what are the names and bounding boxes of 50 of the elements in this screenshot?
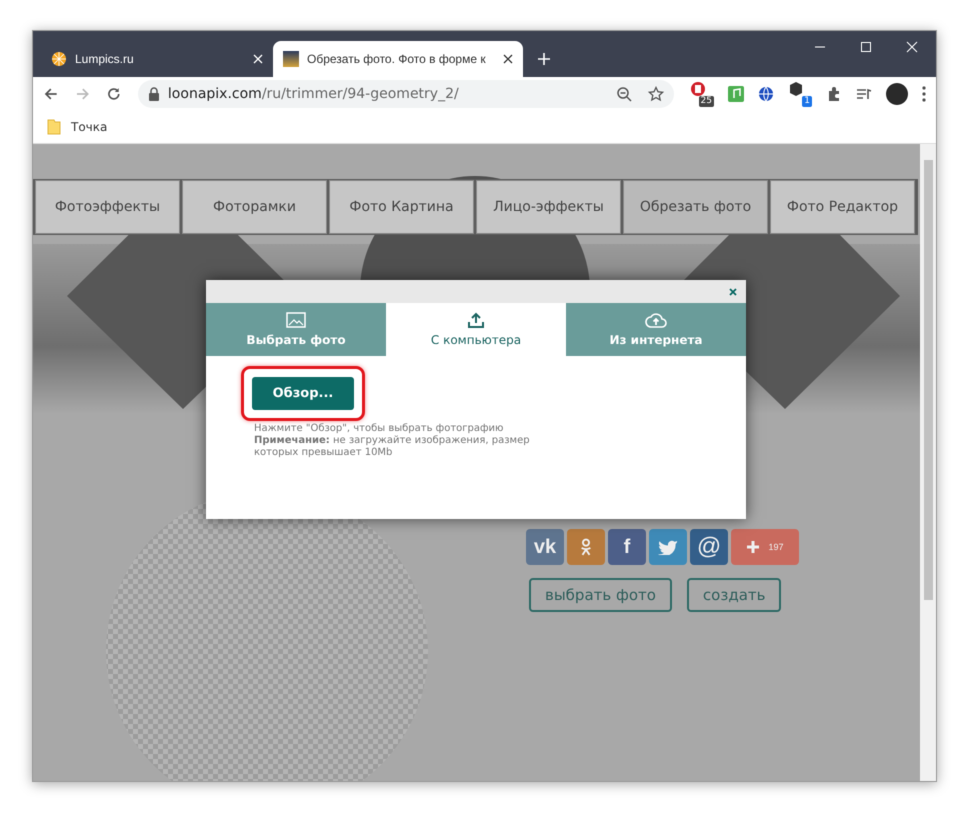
citrus-slice-icon xyxy=(51,51,67,67)
extension-badge: 1 xyxy=(802,96,812,107)
playlist-icon[interactable] xyxy=(856,86,872,102)
close-icon[interactable] xyxy=(503,54,513,64)
share-button[interactable]: f xyxy=(608,529,646,565)
share-button[interactable] xyxy=(649,529,687,565)
reload-icon[interactable] xyxy=(106,86,122,102)
share-button[interactable]: vk xyxy=(526,529,564,565)
person-icon xyxy=(579,537,593,557)
menu-icon[interactable] xyxy=(922,86,926,102)
star-icon[interactable] xyxy=(648,86,664,102)
zoom-out-icon[interactable] xyxy=(616,86,632,102)
upload-icon xyxy=(467,312,485,328)
nav-menu-item[interactable]: Фоторамки xyxy=(182,180,327,234)
back-icon[interactable] xyxy=(43,86,59,102)
avatar-icon[interactable] xyxy=(886,83,908,105)
bookmark[interactable]: Точка xyxy=(47,119,108,135)
extension-icon[interactable] xyxy=(690,81,706,97)
url-text: loonapix.com/ru/trimmer/94-geometry_2/ xyxy=(168,86,460,102)
dialog-tab[interactable]: С компьютера xyxy=(386,303,566,356)
image-icon xyxy=(286,312,306,328)
browser-tab[interactable]: Обрезать фото. Фото в форме к xyxy=(273,41,523,77)
nav-menu-item[interactable]: Фотоэффекты xyxy=(35,180,180,234)
new-tab-icon[interactable] xyxy=(537,52,551,66)
browse-button[interactable]: Обзор... xyxy=(252,377,354,410)
puzzle-icon[interactable] xyxy=(826,86,842,102)
browser-tab[interactable]: Lumpics.ru xyxy=(41,41,273,77)
nav-menu-item[interactable]: Фото Редактор xyxy=(770,180,915,234)
address-bar[interactable]: loonapix.com/ru/trimmer/94-geometry_2/ xyxy=(138,80,674,108)
share-button[interactable]: 197 xyxy=(731,529,799,565)
lock-icon xyxy=(148,87,160,101)
cloud-upload-icon xyxy=(645,312,667,328)
action-button[interactable]: выбрать фото xyxy=(529,578,672,612)
nav-menu-item[interactable]: Обрезать фото xyxy=(623,180,768,234)
plus-icon xyxy=(746,540,760,554)
dialog-tab[interactable]: Из интернета xyxy=(566,303,746,356)
globe-icon[interactable] xyxy=(758,86,774,102)
share-button[interactable]: @ xyxy=(690,529,728,565)
maximize-icon[interactable] xyxy=(860,41,872,53)
extension-badge: 25 xyxy=(698,96,714,107)
dialog-tab[interactable]: Выбрать фото xyxy=(206,303,386,356)
bird-icon xyxy=(658,539,678,555)
nav-menu-item[interactable]: Лицо-эффекты xyxy=(476,180,621,234)
nav-menu-item[interactable]: Фото Картина xyxy=(329,180,474,234)
action-button[interactable]: создать xyxy=(686,578,782,612)
hint-text: Нажмите "Обзор", чтобы выбрать фотографию xyxy=(254,423,504,435)
share-button[interactable] xyxy=(567,529,605,565)
photo-favicon-icon xyxy=(283,51,299,67)
note-text: Примечание: не загружайте изображения, размер которых превышает 10Mb xyxy=(254,435,531,459)
folder-icon xyxy=(47,119,61,135)
